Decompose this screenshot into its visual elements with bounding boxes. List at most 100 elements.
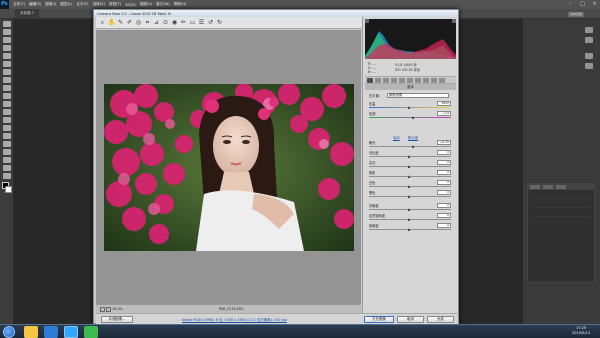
menu-select[interactable]: 选择(S)	[93, 2, 105, 7]
tab-channels[interactable]	[543, 185, 553, 189]
slider-thumb[interactable]	[408, 174, 411, 178]
tab-paths[interactable]	[556, 185, 566, 189]
blur-tool-icon[interactable]	[3, 117, 11, 123]
slider-value-field[interactable]: 0	[437, 203, 451, 208]
type-tool-icon[interactable]	[3, 141, 11, 147]
eraser-tool-icon[interactable]	[3, 101, 11, 107]
app-taskbar-icon[interactable]	[84, 326, 98, 338]
menu-window[interactable]: 窗口(W)	[156, 2, 170, 7]
menu-view[interactable]: 视图(V)	[140, 2, 152, 7]
brush-tool-icon[interactable]	[3, 77, 11, 83]
background-color-swatch[interactable]	[5, 186, 12, 193]
rotate-cw-icon[interactable]: ↻	[216, 19, 223, 26]
menu-filter[interactable]: 滤镜(T)	[109, 2, 121, 7]
maximize-icon[interactable]: □	[579, 1, 586, 7]
healing-tool-icon[interactable]	[3, 69, 11, 75]
gradient-tool-icon[interactable]	[3, 109, 11, 115]
menu-help[interactable]: 帮助(H)	[174, 2, 187, 7]
dodge-tool-icon[interactable]	[3, 125, 11, 131]
move-tool-icon[interactable]	[3, 21, 11, 27]
tone-curve-tab-icon[interactable]	[375, 77, 381, 83]
temp-field[interactable]: 4950	[437, 101, 451, 106]
workspace-switcher[interactable]: 基本功能	[568, 12, 584, 17]
menu-edit[interactable]: 编辑(E)	[29, 2, 41, 7]
menu-3d[interactable]: 3D(D)	[125, 3, 136, 7]
red-eye-icon[interactable]: ◉	[171, 19, 178, 26]
explorer-icon[interactable]	[24, 326, 38, 338]
slider-thumb[interactable]	[408, 217, 411, 221]
pen-tool-icon[interactable]	[3, 133, 11, 139]
slider-value-field[interactable]: 0	[437, 170, 451, 175]
crop-icon[interactable]: ⌗	[144, 19, 151, 26]
color-sampler-icon[interactable]: ✐	[126, 19, 133, 26]
browser-icon[interactable]	[44, 326, 58, 338]
white-balance-icon[interactable]: ✎	[117, 19, 124, 26]
graduated-filter-icon[interactable]: ▭	[189, 19, 196, 26]
preview-image[interactable]	[104, 84, 354, 251]
slider-thumb[interactable]	[408, 227, 411, 231]
zoom-icon[interactable]: ⌕	[99, 19, 106, 26]
photoshop-taskbar-icon[interactable]	[64, 326, 78, 338]
slider-thumb[interactable]	[408, 184, 411, 188]
done-button[interactable]: 完成	[427, 316, 454, 323]
slider-value-field[interactable]: 0	[437, 190, 451, 195]
panel-adjustments-icon[interactable]	[585, 53, 593, 59]
tint-track[interactable]	[369, 116, 451, 118]
hand-tool-icon[interactable]	[3, 165, 11, 171]
panel-swatches-icon[interactable]	[585, 37, 593, 43]
snapshots-tab-icon[interactable]	[439, 77, 445, 83]
color-swatches[interactable]	[2, 182, 12, 196]
minimize-icon[interactable]: –	[567, 1, 574, 7]
marquee-tool-icon[interactable]	[3, 29, 11, 35]
adjustment-brush-icon[interactable]: ✏	[180, 19, 187, 26]
camera-calibration-tab-icon[interactable]	[423, 77, 429, 83]
shape-tool-icon[interactable]	[3, 157, 11, 163]
layer-blend-row[interactable]	[531, 199, 591, 208]
rotate-ccw-icon[interactable]: ↺	[207, 19, 214, 26]
target-adjust-icon[interactable]: ◎	[135, 19, 142, 26]
slider-value-field[interactable]: 0	[437, 180, 451, 185]
clone-stamp-tool-icon[interactable]	[3, 85, 11, 91]
workflow-options-link[interactable]: Adobe RGB (1998); 8 位; 5760 x 3840 (22.1…	[182, 317, 287, 322]
menu-image[interactable]: 图像(I)	[45, 2, 56, 7]
slider-thumb[interactable]	[412, 144, 415, 148]
preferences-icon[interactable]: ☰	[198, 19, 205, 26]
detail-tab-icon[interactable]	[383, 77, 389, 83]
slider-value-field[interactable]: 0	[437, 160, 451, 165]
slider-value-field[interactable]: 0	[437, 213, 451, 218]
temp-track[interactable]	[369, 106, 451, 108]
basic-tab-icon[interactable]	[367, 77, 373, 83]
save-image-button[interactable]: 存储图像...	[101, 316, 133, 323]
panel-color-icon[interactable]	[585, 27, 593, 33]
tint-field[interactable]: +13	[437, 111, 451, 116]
zoom-in-button[interactable]	[106, 307, 111, 312]
zoom-level[interactable]: 16.3%	[112, 307, 123, 311]
tab-layers[interactable]	[530, 185, 540, 189]
menu-type[interactable]: 文字(Y)	[76, 2, 88, 7]
document-tab[interactable]: 未标题-1	[15, 9, 39, 19]
highlight-clip-warning-icon[interactable]	[452, 19, 456, 23]
close-icon[interactable]: ×	[591, 1, 598, 7]
spot-removal-icon[interactable]: ⊙	[162, 19, 169, 26]
effects-tab-icon[interactable]	[415, 77, 421, 83]
crop-tool-icon[interactable]	[3, 53, 11, 59]
system-clock[interactable]: 17:25 2015/5/14	[572, 326, 590, 336]
lens-tab-icon[interactable]	[407, 77, 413, 83]
panel-styles-icon[interactable]	[585, 63, 593, 69]
eyedropper-tool-icon[interactable]	[3, 61, 11, 67]
start-button[interactable]	[3, 326, 15, 338]
slider-value-field[interactable]: 0	[437, 223, 451, 228]
split-toning-tab-icon[interactable]	[399, 77, 405, 83]
shadow-clip-warning-icon[interactable]	[365, 19, 369, 23]
layer-lock-row[interactable]	[531, 208, 591, 217]
history-brush-tool-icon[interactable]	[3, 93, 11, 99]
slider-thumb[interactable]	[408, 164, 411, 168]
dialog-titlebar[interactable]: Camera Raw 7.0 - Canon EOS 5D Mark III	[94, 10, 458, 17]
zoom-out-button[interactable]	[100, 307, 105, 312]
temp-thumb[interactable]	[408, 105, 410, 109]
slider-thumb[interactable]	[408, 154, 411, 158]
menu-layer[interactable]: 图层(L)	[60, 2, 72, 7]
hand-icon[interactable]: ✋	[108, 19, 115, 26]
zoom-tool-icon[interactable]	[3, 173, 11, 179]
hsl-tab-icon[interactable]	[391, 77, 397, 83]
